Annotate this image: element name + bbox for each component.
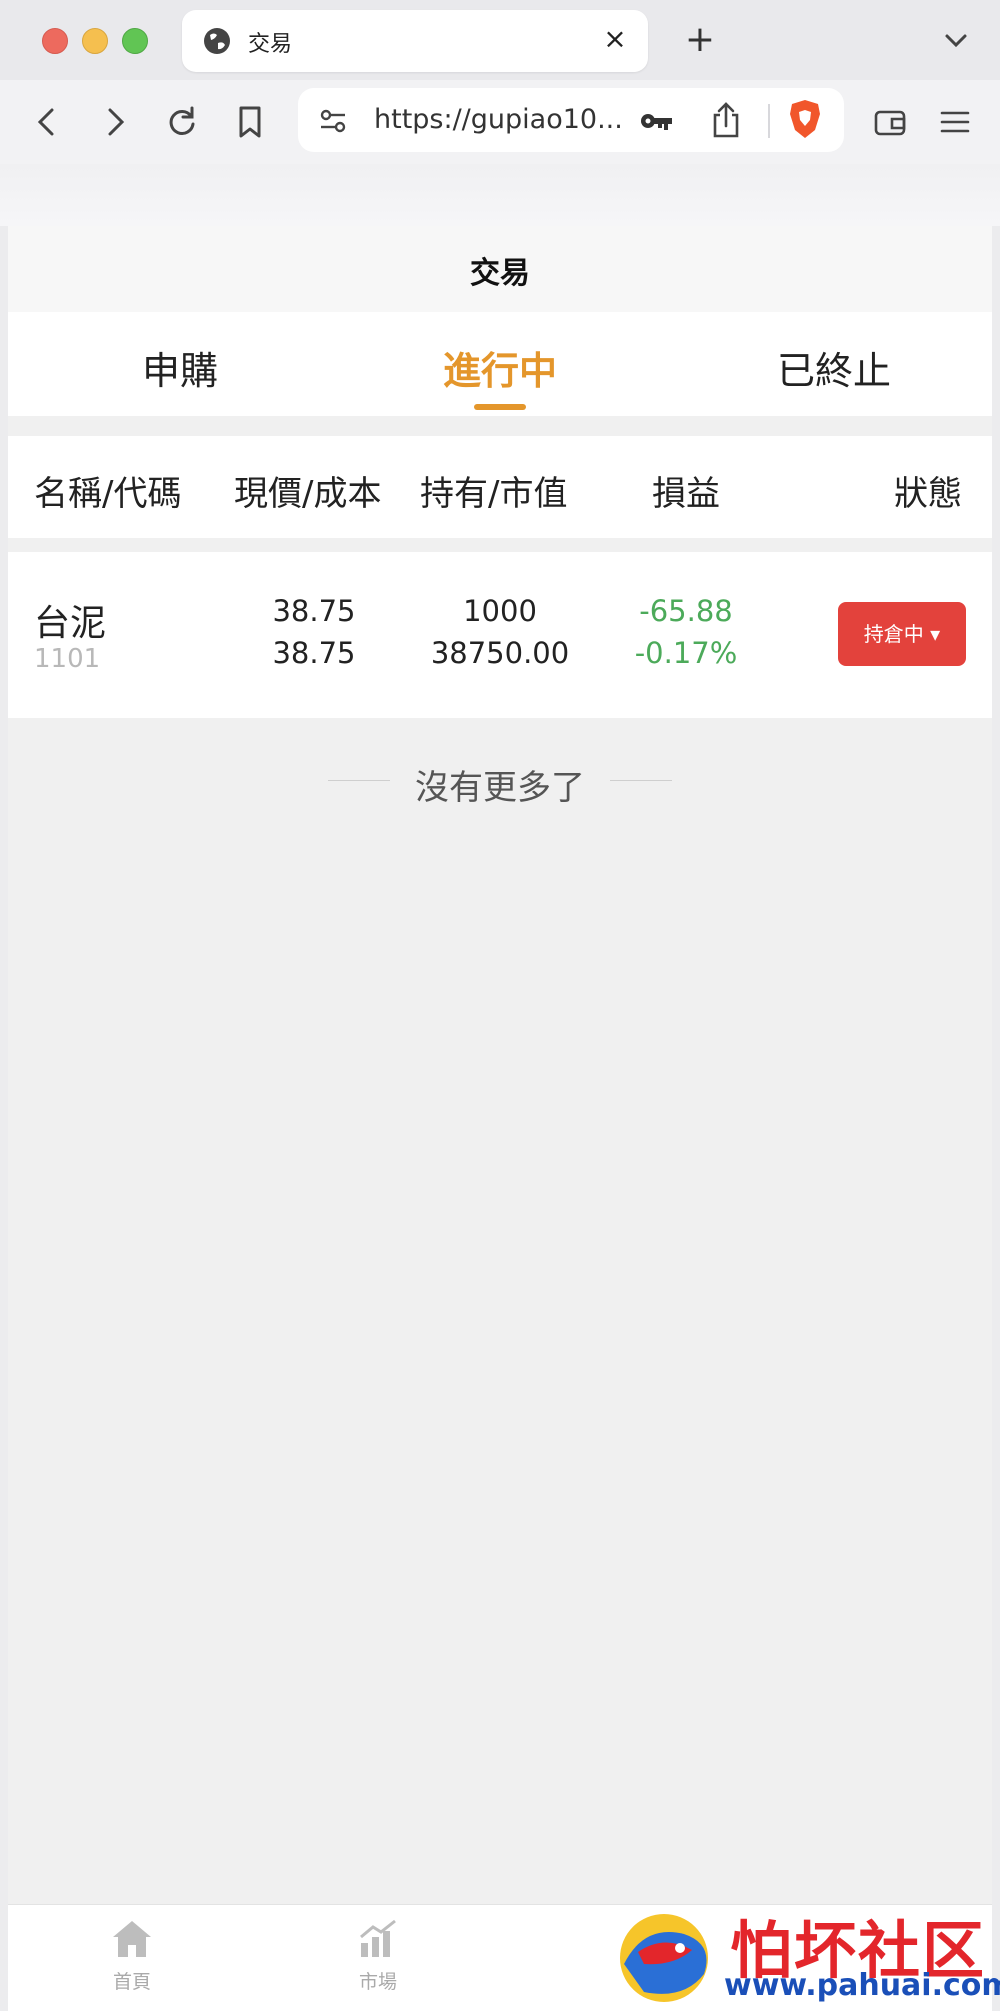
tune-icon[interactable] <box>318 106 348 136</box>
nav-home[interactable]: 首頁 <box>72 1917 192 1994</box>
trade-page: 交易 申購 進行中 已終止 名稱/代碼 現價/成本 持有/市值 損益 狀態 台泥… <box>8 226 992 2010</box>
browser-tab[interactable]: 交易 × <box>182 10 648 72</box>
pnl-amount: -65.88 <box>639 594 733 628</box>
holding-shares: 1000 <box>463 594 537 628</box>
column-price-cost: 現價/成本 <box>234 474 382 514</box>
tab-title: 交易 <box>248 32 293 57</box>
window-zoom-button[interactable] <box>122 28 148 54</box>
nav-market[interactable]: 市場 <box>318 1917 438 1994</box>
stock-name: 台泥 <box>34 603 107 644</box>
reload-icon[interactable] <box>160 100 204 144</box>
browser-toolbar: https://gupiao10... <box>0 80 1000 164</box>
watermark-logo-icon <box>620 1914 708 2002</box>
status-dropdown-button[interactable]: 持倉中 ▾ <box>838 602 966 666</box>
table-header: 名稱/代碼 現價/成本 持有/市值 損益 狀態 <box>8 436 992 538</box>
tab-in-progress[interactable]: 進行中 <box>400 340 600 395</box>
stock-code: 1101 <box>34 644 101 674</box>
list-end-text: 沒有更多了 <box>415 768 585 808</box>
tab-close-icon[interactable]: × <box>598 22 632 56</box>
column-pnl: 損益 <box>652 474 720 514</box>
watermark: 怕坏社区 www.pahuai.com <box>604 1900 1000 2010</box>
table-row[interactable]: 台泥 1101 38.75 38.75 1000 38750.00 -65.88… <box>8 552 992 718</box>
browser-tab-bar: 交易 × + <box>0 0 1000 80</box>
current-price: 38.75 <box>272 594 356 628</box>
nav-home-label: 首頁 <box>112 1971 151 1993</box>
column-holding-value: 持有/市值 <box>420 474 568 514</box>
divider <box>768 104 770 138</box>
brave-shield-icon[interactable] <box>788 98 822 140</box>
page-header: 交易 <box>8 226 992 312</box>
cost-price: 38.75 <box>272 636 356 670</box>
globe-icon <box>204 28 230 54</box>
window-minimize-button[interactable] <box>82 28 108 54</box>
watermark-url: www.pahuai.com <box>724 1968 1000 2003</box>
bookmark-icon[interactable] <box>228 100 272 144</box>
page-title: 交易 <box>470 256 530 291</box>
market-chart-icon <box>360 1919 396 1957</box>
tab-subscribe[interactable]: 申購 <box>80 340 280 395</box>
pnl-percent: -0.17% <box>634 636 738 670</box>
trade-tabs: 申購 進行中 已終止 <box>8 312 992 416</box>
tab-terminated[interactable]: 已終止 <box>734 340 934 395</box>
forward-icon[interactable] <box>92 100 136 144</box>
address-bar[interactable]: https://gupiao10... <box>298 88 844 152</box>
active-tab-indicator <box>474 404 526 410</box>
blurred-banner <box>0 164 1000 226</box>
chevron-down-icon[interactable] <box>940 24 972 56</box>
list-end-indicator: 沒有更多了 <box>8 752 992 808</box>
wallet-icon[interactable] <box>872 104 908 140</box>
back-icon[interactable] <box>26 100 70 144</box>
share-icon[interactable] <box>710 100 742 140</box>
nav-market-label: 市場 <box>358 1971 397 1993</box>
menu-icon[interactable] <box>938 104 972 140</box>
new-tab-button[interactable]: + <box>680 18 720 62</box>
home-icon <box>113 1921 151 1957</box>
key-icon[interactable] <box>638 104 674 138</box>
url-text[interactable]: https://gupiao10... <box>374 104 623 135</box>
column-name-code: 名稱/代碼 <box>34 474 182 514</box>
column-status: 狀態 <box>894 474 962 514</box>
market-value: 38750.00 <box>430 636 570 670</box>
divider <box>610 780 672 781</box>
window-close-button[interactable] <box>42 28 68 54</box>
